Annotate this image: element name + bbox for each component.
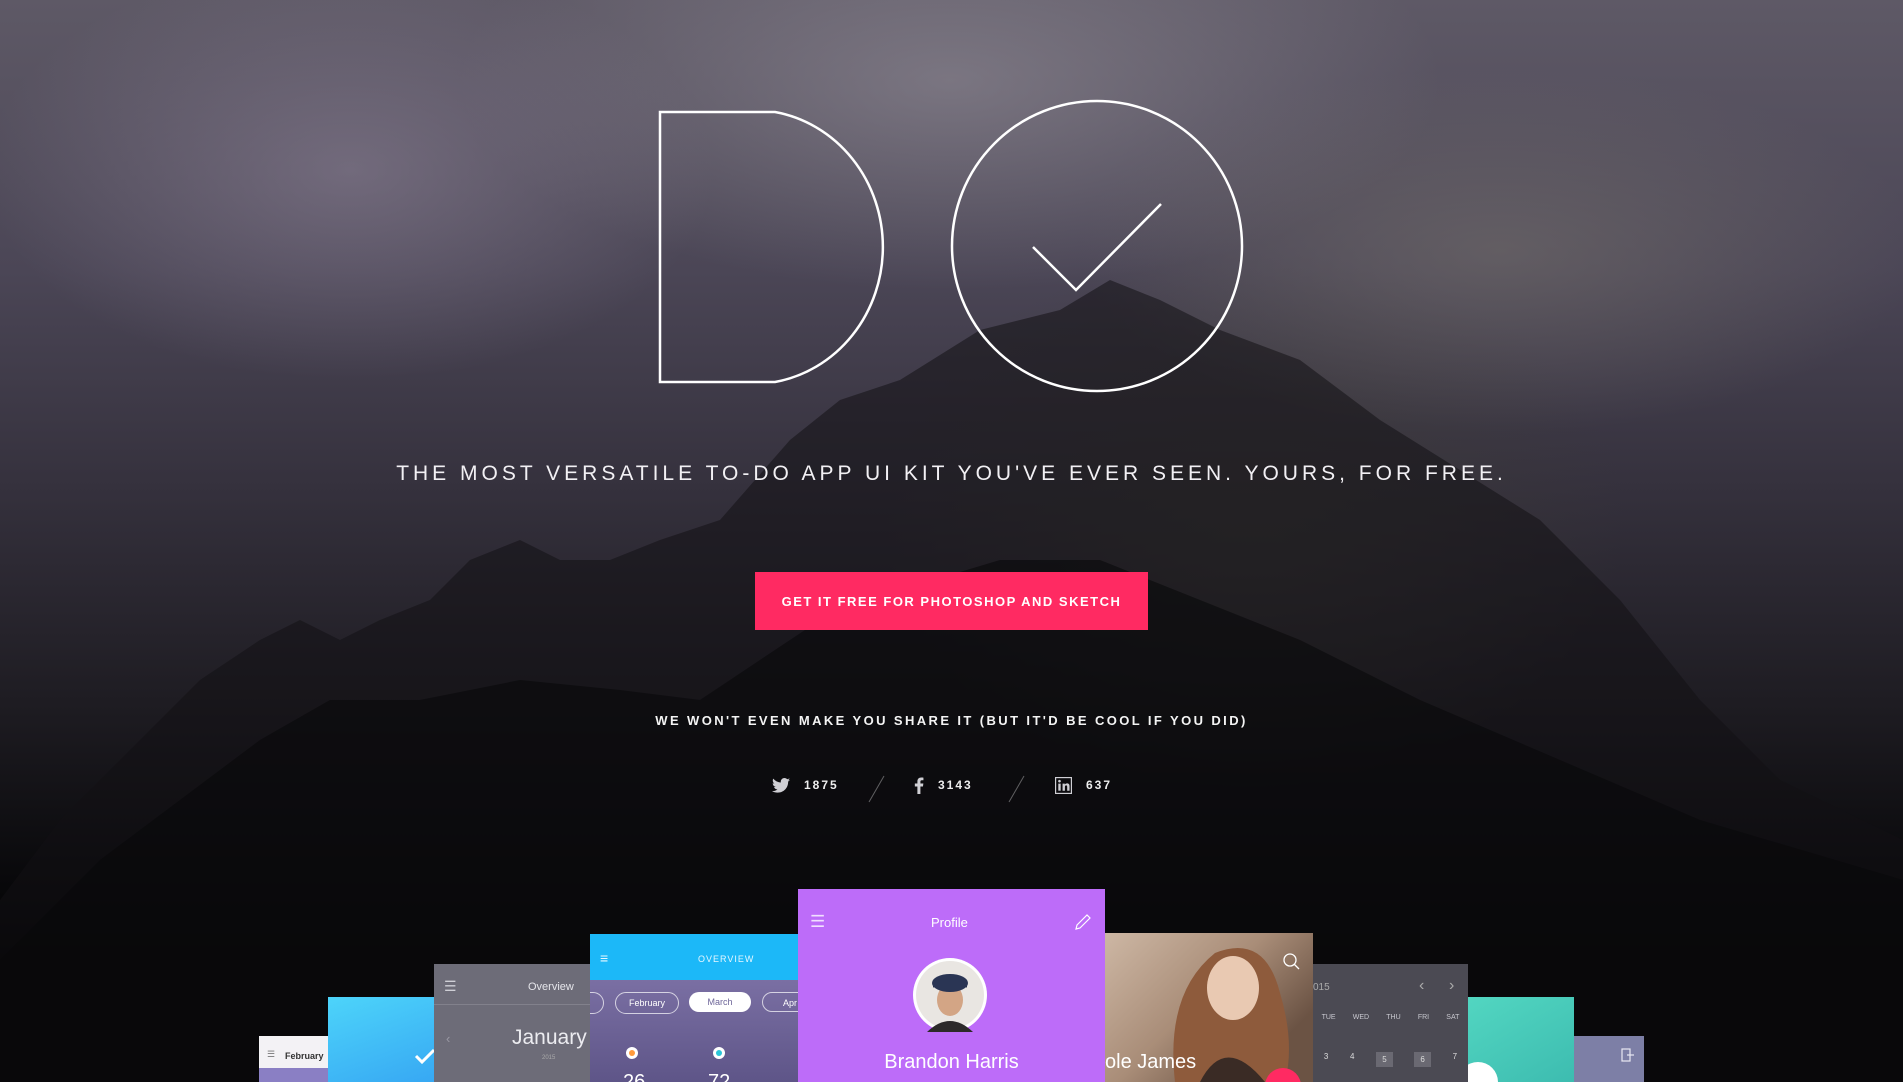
chevron-left-icon[interactable]: ‹ bbox=[446, 1031, 450, 1046]
linkedin-share[interactable]: 637 bbox=[1055, 775, 1112, 795]
twitter-share[interactable]: 1875 bbox=[772, 775, 839, 795]
mockup-green bbox=[1468, 997, 1574, 1082]
mockup-january: ☰ Overview ‹ January 2015 bbox=[434, 964, 590, 1082]
chevron-left-icon[interactable]: ‹ bbox=[1419, 977, 1424, 995]
month-title: January bbox=[512, 1026, 587, 1049]
mockup-nicole: ole James bbox=[1105, 933, 1313, 1082]
twitter-count: 1875 bbox=[804, 778, 839, 792]
do-logo bbox=[658, 99, 1244, 393]
year-label: 015 bbox=[1313, 982, 1330, 993]
month-pill[interactable] bbox=[590, 992, 604, 1014]
header-band bbox=[259, 1068, 328, 1082]
month-label: February bbox=[285, 1051, 324, 1061]
facebook-icon bbox=[914, 776, 924, 794]
share-note: WE WON'T EVEN MAKE YOU SHARE IT (BUT IT'… bbox=[655, 713, 1248, 728]
weekday-row: TUE WED THU FRI SAT bbox=[1313, 1014, 1468, 1021]
twitter-icon bbox=[772, 777, 790, 793]
date-cell[interactable]: 6 bbox=[1414, 1052, 1431, 1067]
mockup-february: ☰ February bbox=[259, 1036, 328, 1082]
menu-icon: ☰ bbox=[444, 978, 457, 994]
indicator-dot bbox=[626, 1047, 638, 1059]
search-icon[interactable] bbox=[1283, 953, 1301, 971]
check-icon bbox=[414, 1048, 434, 1065]
month-pill-february[interactable]: February bbox=[615, 992, 679, 1014]
mockup-calendar: 015 ‹ › TUE WED THU FRI SAT 3 4 5 6 7 bbox=[1313, 964, 1468, 1082]
facebook-share[interactable]: 3143 bbox=[914, 775, 973, 795]
indicator-dot bbox=[713, 1047, 725, 1059]
progress-ring bbox=[1468, 1062, 1498, 1082]
avatar-image bbox=[916, 961, 984, 1032]
date-row: 3 4 5 6 7 bbox=[1313, 1052, 1468, 1067]
profile-name: ole James bbox=[1105, 1051, 1197, 1073]
date-cell[interactable]: 3 bbox=[1324, 1052, 1328, 1067]
year-label: 2015 bbox=[542, 1055, 556, 1061]
weekday-label: SAT bbox=[1446, 1014, 1460, 1021]
tagline: THE MOST VERSATILE TO-DO APP UI KIT YOU'… bbox=[396, 462, 1507, 485]
month-pill-april[interactable]: Apr bbox=[762, 992, 798, 1012]
edit-icon[interactable] bbox=[1074, 913, 1092, 931]
month-pill-march[interactable]: March bbox=[689, 992, 751, 1012]
menu-icon: ☰ bbox=[267, 1049, 276, 1059]
get-it-free-button[interactable]: GET IT FREE FOR PHOTOSHOP AND SKETCH bbox=[755, 572, 1148, 630]
menu-icon[interactable]: ☰ bbox=[810, 912, 825, 932]
date-cell[interactable]: 4 bbox=[1350, 1052, 1354, 1067]
screen-title: Profile bbox=[931, 915, 968, 930]
weekday-label: WED bbox=[1352, 1014, 1370, 1021]
stat-value: 26 bbox=[623, 1071, 646, 1082]
weekday-label: TUE bbox=[1321, 1014, 1336, 1021]
mockup-blue bbox=[328, 997, 434, 1082]
filter-icon[interactable]: ≡ bbox=[600, 950, 608, 966]
date-cell[interactable]: 7 bbox=[1453, 1052, 1457, 1067]
screen-title: Overview bbox=[528, 981, 574, 993]
logout-icon[interactable] bbox=[1621, 1048, 1635, 1062]
divider bbox=[434, 1004, 590, 1005]
screen-title: OVERVIEW bbox=[698, 954, 755, 964]
stat-value: 72 bbox=[708, 1071, 731, 1082]
weekday-label: THU bbox=[1386, 1014, 1401, 1021]
linkedin-count: 637 bbox=[1086, 778, 1113, 792]
mockup-profile: ☰ Profile Brandon Harris bbox=[798, 889, 1105, 1082]
facebook-count: 3143 bbox=[938, 778, 973, 792]
weekday-label: FRI bbox=[1417, 1014, 1430, 1021]
date-cell[interactable]: 5 bbox=[1376, 1052, 1393, 1067]
linkedin-icon bbox=[1055, 776, 1072, 794]
mockup-slate bbox=[1574, 1036, 1644, 1082]
chevron-right-icon[interactable]: › bbox=[1449, 977, 1454, 995]
profile-name: Brandon Harris bbox=[884, 1051, 1019, 1073]
mockup-overview: ≡ OVERVIEW February March Apr 26 72 bbox=[590, 934, 798, 1082]
avatar[interactable] bbox=[913, 958, 987, 1032]
